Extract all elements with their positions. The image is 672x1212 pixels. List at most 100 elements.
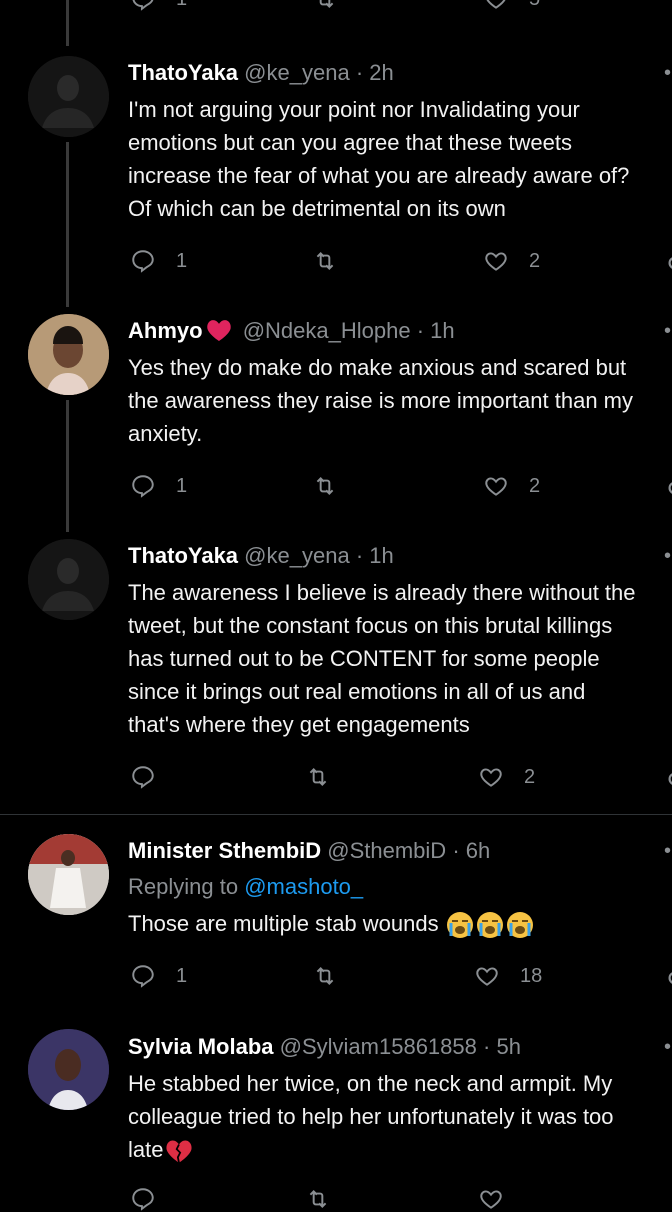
tweet-text-line: that's where they get engagements bbox=[128, 712, 470, 737]
timestamp[interactable]: 5h bbox=[496, 1034, 520, 1059]
tweet-text-line: increase the fear of what you are alread… bbox=[128, 163, 630, 188]
heart-emoji-icon bbox=[206, 320, 231, 342]
retweet-button[interactable] bbox=[312, 473, 338, 499]
share-button[interactable] bbox=[662, 766, 672, 792]
retweet-icon bbox=[309, 768, 327, 786]
like-button[interactable]: 5 bbox=[483, 0, 540, 12]
like-count: 18 bbox=[520, 964, 543, 987]
tweet-text: Yes they do make do make anxious and sca… bbox=[128, 351, 672, 450]
like-button[interactable]: 18 bbox=[474, 963, 542, 989]
separator-dot: · bbox=[355, 60, 364, 85]
replying-to-link[interactable]: @mashoto_ bbox=[244, 874, 363, 899]
tweet-text-line: Yes they do make do make anxious and sca… bbox=[128, 355, 627, 380]
heart-icon bbox=[486, 0, 506, 9]
username[interactable]: @Ndeka_Hlophe bbox=[243, 318, 411, 343]
tweet-header: Sylvia Molaba @Sylviam15861858 · 5h bbox=[128, 1034, 521, 1060]
display-name[interactable]: Sylvia Molaba bbox=[128, 1034, 274, 1059]
reply-count: 1 bbox=[176, 964, 188, 987]
retweet-icon bbox=[316, 967, 334, 985]
share-button[interactable] bbox=[662, 965, 672, 991]
retweet-icon bbox=[319, 0, 334, 8]
tweet-text-line: emotions but can you agree that these tw… bbox=[128, 130, 572, 155]
reply-button[interactable]: 1 bbox=[130, 248, 187, 274]
heart-icon bbox=[480, 768, 502, 787]
username[interactable]: @SthembiD bbox=[327, 838, 446, 863]
timestamp[interactable]: 2h bbox=[369, 60, 393, 85]
heart-icon bbox=[485, 252, 507, 271]
more-options-icon[interactable]: • bbox=[664, 545, 671, 568]
tweet-header: ThatoYaka @ke_yena · 1h bbox=[128, 543, 394, 569]
avatar[interactable] bbox=[28, 314, 109, 395]
crying-face-emoji-icon bbox=[476, 912, 503, 939]
like-button[interactable]: 2 bbox=[483, 473, 540, 499]
like-count: 2 bbox=[529, 249, 541, 272]
reply-icon bbox=[132, 0, 154, 11]
avatar[interactable] bbox=[28, 1029, 109, 1110]
more-options-icon[interactable]: • bbox=[664, 840, 671, 863]
retweet-button[interactable] bbox=[312, 963, 338, 989]
share-button[interactable] bbox=[662, 475, 672, 501]
replying-to: Replying to @mashoto_ bbox=[128, 874, 363, 900]
reply-count: 1 bbox=[176, 474, 188, 497]
reply-button[interactable]: 1 bbox=[130, 963, 187, 989]
more-options-icon[interactable]: • bbox=[664, 1036, 671, 1059]
username[interactable]: @ke_yena bbox=[244, 60, 350, 85]
username[interactable]: @ke_yena bbox=[244, 543, 350, 568]
reply-button[interactable]: 1 bbox=[130, 0, 187, 12]
tweet-text: The awareness I believe is already there… bbox=[128, 576, 672, 741]
display-name[interactable]: Ahmyo bbox=[128, 318, 203, 343]
display-name[interactable]: ThatoYaka bbox=[128, 60, 238, 85]
avatar[interactable] bbox=[28, 56, 109, 137]
display-name[interactable]: ThatoYaka bbox=[128, 543, 238, 568]
like-button[interactable] bbox=[478, 1186, 504, 1212]
more-options-icon[interactable]: • bbox=[664, 320, 671, 343]
share-icon bbox=[668, 257, 672, 269]
avatar[interactable] bbox=[28, 834, 109, 915]
heart-icon bbox=[476, 967, 498, 986]
like-button[interactable]: 2 bbox=[478, 764, 535, 790]
like-count: 2 bbox=[524, 765, 536, 788]
timestamp[interactable]: 6h bbox=[466, 838, 490, 863]
more-options-icon[interactable]: • bbox=[664, 62, 671, 85]
retweet-button[interactable] bbox=[312, 0, 338, 12]
reply-icon bbox=[132, 250, 154, 273]
thread-line bbox=[66, 0, 69, 46]
tweet-text: Those are multiple stab wounds bbox=[128, 907, 672, 940]
separator-dot: · bbox=[483, 1034, 491, 1059]
reply-icon bbox=[132, 766, 154, 789]
thread-line bbox=[66, 400, 69, 532]
tweet-text-line: I'm not arguing your point nor Invalidat… bbox=[128, 97, 580, 122]
share-icon bbox=[668, 773, 672, 785]
retweet-button[interactable] bbox=[305, 764, 331, 790]
tweet-text-line: has turned out to be CONTENT for some pe… bbox=[128, 646, 600, 671]
tweet-text-line: since it brings out real emotions in all… bbox=[128, 679, 586, 704]
heart-icon bbox=[480, 1190, 502, 1209]
crying-face-emoji-icon bbox=[446, 912, 473, 939]
tweet-header: ThatoYaka @ke_yena · 2h bbox=[128, 60, 394, 86]
retweet-button[interactable] bbox=[305, 1186, 331, 1212]
replying-to-label: Replying to bbox=[128, 874, 239, 899]
tweet-text-line: the awareness they raise is more importa… bbox=[128, 388, 634, 413]
reply-button[interactable] bbox=[130, 764, 156, 790]
retweet-button[interactable] bbox=[312, 248, 338, 274]
avatar[interactable] bbox=[28, 539, 109, 620]
retweet-icon bbox=[316, 477, 334, 495]
reply-count: 1 bbox=[176, 249, 188, 272]
reply-icon bbox=[132, 965, 154, 988]
tweet-text-line: He stabbed her twice, on the neck and ar… bbox=[128, 1071, 613, 1096]
reply-button[interactable]: 1 bbox=[130, 473, 187, 499]
reply-icon bbox=[132, 1188, 154, 1211]
display-name[interactable]: Minister SthembiD bbox=[128, 838, 321, 863]
tweet-text-line: colleague tried to help her unfortunatel… bbox=[128, 1104, 614, 1129]
share-button[interactable] bbox=[662, 250, 672, 276]
timestamp[interactable]: 1h bbox=[369, 543, 393, 568]
share-icon bbox=[668, 482, 672, 494]
tweet-text-line: tweet, but the constant focus on this br… bbox=[128, 613, 613, 638]
heart-icon bbox=[485, 477, 507, 496]
thread-line bbox=[66, 142, 69, 307]
username[interactable]: @Sylviam15861858 bbox=[280, 1034, 477, 1059]
separator-dot: · bbox=[355, 543, 364, 568]
timestamp[interactable]: 1h bbox=[430, 318, 454, 343]
like-button[interactable]: 2 bbox=[483, 248, 540, 274]
reply-button[interactable] bbox=[130, 1186, 156, 1212]
